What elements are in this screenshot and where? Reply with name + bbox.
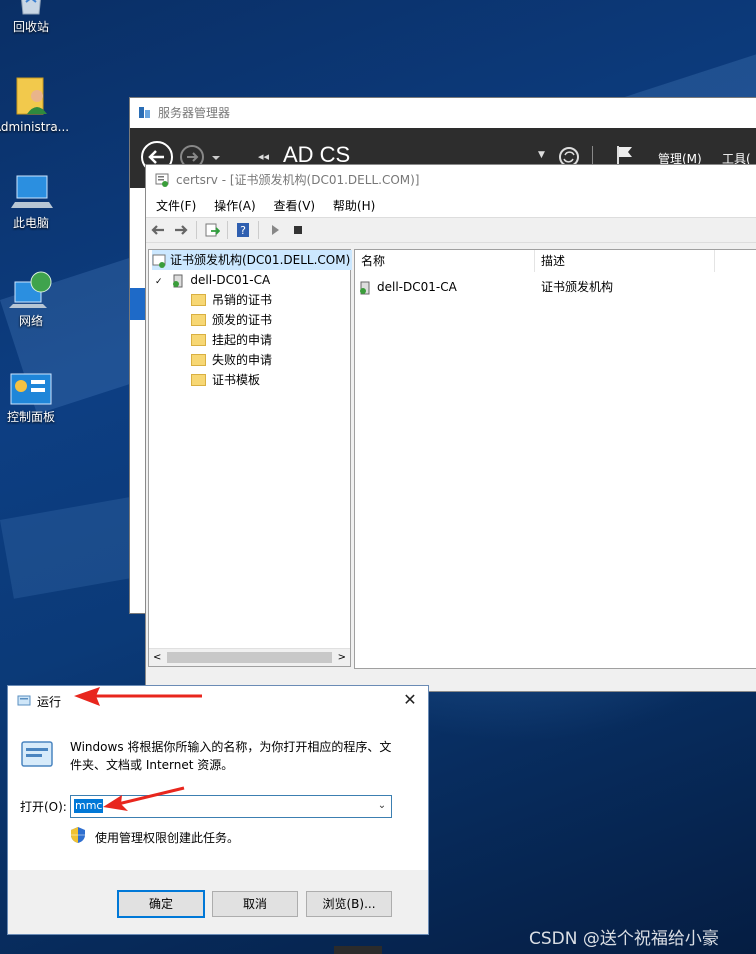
scroll-left-icon[interactable]: < [153,649,161,666]
expand-chevron-icon[interactable]: ✓ [155,277,163,287]
export-list-icon[interactable] [204,222,220,238]
certificate-authority-icon [152,254,166,268]
chevron-down-icon[interactable]: ⌄ [375,798,389,814]
menu-action[interactable]: 操作(A) [214,199,256,213]
breadcrumb-chevron-icon: ◂◂ [258,150,270,163]
toolbar-divider [258,221,259,239]
window-title: 服务器管理器 [158,106,231,120]
desktop-icon-label: 控制面板 [6,410,55,424]
user-folder-icon [16,77,47,115]
uac-shield-icon [71,827,85,843]
tree-folder-label: 失败的申请 [212,353,273,367]
results-list: 名称 描述 dell-DC01-CA 证书颁发机构 [354,249,756,669]
desktop-icon-network[interactable]: 网络 [0,270,71,329]
desktop-icon-control-panel[interactable]: 控制面板 [0,372,71,425]
column-header-description[interactable]: 描述 [535,250,715,272]
tree-folder-label: 挂起的申请 [212,333,273,347]
tree-item-revoked[interactable]: 吊销的证书 [191,290,272,310]
folder-icon [191,353,206,366]
annotation-arrow-input [103,786,185,811]
ok-button[interactable]: 确定 [117,890,205,918]
folder-icon [191,313,206,326]
run-program-icon [21,741,53,767]
tree-item-issued[interactable]: 颁发的证书 [191,310,272,330]
toolbar-divider [227,221,228,239]
column-header-name[interactable]: 名称 [355,250,535,272]
list-item-name: dell-DC01-CA [377,280,457,294]
server-manager-titlebar[interactable]: 服务器管理器 [130,98,756,128]
desktop-icon-label: Administra... [0,120,70,134]
cancel-button[interactable]: 取消 [212,891,298,917]
desktop-icon-label: 回收站 [12,20,49,34]
tree-folder-label: 颁发的证书 [212,313,273,327]
run-dialog-title: 运行 [37,695,62,709]
control-panel-icon [10,373,52,405]
ca-server-icon [360,281,370,294]
toolbar-divider [196,221,197,239]
tree-root-item[interactable]: 证书颁发机构(DC01.DELL.COM) [152,250,353,270]
ca-server-icon [173,274,183,287]
desktop-icon-label: 网络 [18,314,43,328]
open-label: 打开(O): [20,800,67,814]
tree-folder-label: 证书模板 [212,373,261,387]
certsrv-window[interactable]: certsrv - [证书颁发机构(DC01.DELL.COM)] 文件(F) … [145,164,756,692]
folder-icon [191,333,206,346]
run-icon [17,695,31,706]
tree-ca-label: dell-DC01-CA [190,273,271,287]
scrollbar-thumb[interactable] [167,652,332,663]
network-icon [9,271,52,308]
desktop-icon-recycle-bin[interactable]: 回收站 [0,0,71,35]
run-dialog-body: Windows 将根据你所输入的名称，为你打开相应的程序、文件夹、文档或 Int… [8,716,428,870]
desktop-icon-this-pc[interactable]: 此电脑 [0,172,71,231]
stop-service-icon[interactable] [290,222,306,238]
annotation-arrow-title [74,687,202,706]
forward-arrow-icon[interactable] [173,222,189,238]
menu-view[interactable]: 查看(V) [274,199,316,213]
tree-item-ca[interactable]: ✓ dell-DC01-CA [155,270,270,290]
tree-folder-label: 吊销的证书 [212,293,273,307]
close-icon[interactable]: ✕ [400,689,420,711]
tree-root-label: 证书颁发机构(DC01.DELL.COM) [170,253,351,267]
tree-item-pending[interactable]: 挂起的申请 [191,330,272,350]
folder-icon [191,293,206,306]
watermark: CSDN @送个祝福给小豪 [529,929,719,949]
desktop-icon-administrator[interactable]: Administra... [0,74,71,134]
toolbar: ? [146,217,756,243]
list-item[interactable]: dell-DC01-CA [359,277,457,297]
back-arrow-icon[interactable] [150,222,166,238]
menu-help[interactable]: 帮助(H) [333,199,375,213]
menu-bar: 文件(F) 操作(A) 查看(V) 帮助(H) [146,195,756,217]
certsrv-titlebar[interactable]: certsrv - [证书颁发机构(DC01.DELL.COM)] [146,165,756,195]
window-title: certsrv - [证书颁发机构(DC01.DELL.COM)] [176,173,420,187]
list-item-description: 证书颁发机构 [541,280,614,294]
tree-item-failed[interactable]: 失败的申请 [191,350,272,370]
server-manager-icon [139,107,150,118]
run-description: Windows 将根据你所输入的名称，为你打开相应的程序、文件夹、文档或 Int… [70,740,392,772]
tree-item-templates[interactable]: 证书模板 [191,370,260,390]
svg-text:?: ? [240,224,246,237]
menu-file[interactable]: 文件(F) [156,199,196,213]
folder-icon [191,373,206,386]
dropdown-icon[interactable]: ▼ [538,150,545,160]
scroll-right-icon[interactable]: > [338,649,346,666]
console-tree: 证书颁发机构(DC01.DELL.COM) ✓ dell-DC01-CA 吊销的… [148,249,353,667]
this-pc-icon [11,175,53,208]
recycle-bin-icon [21,0,41,15]
start-service-icon[interactable] [267,222,283,238]
help-icon[interactable]: ? [235,222,251,238]
horizontal-scrollbar[interactable]: < > [149,648,350,666]
admin-note: 使用管理权限创建此任务。 [95,831,240,845]
browse-button[interactable]: 浏览(B)... [306,891,392,917]
desktop-icon-label: 此电脑 [12,216,49,230]
divider [592,146,593,166]
taskbar-fragment [334,946,382,954]
certificate-authority-icon [155,173,169,187]
run-dialog[interactable]: 运行 ✕ Windows 将根据你所输入的名称，为你打开相应的程序、文件夹、文档… [7,685,429,935]
